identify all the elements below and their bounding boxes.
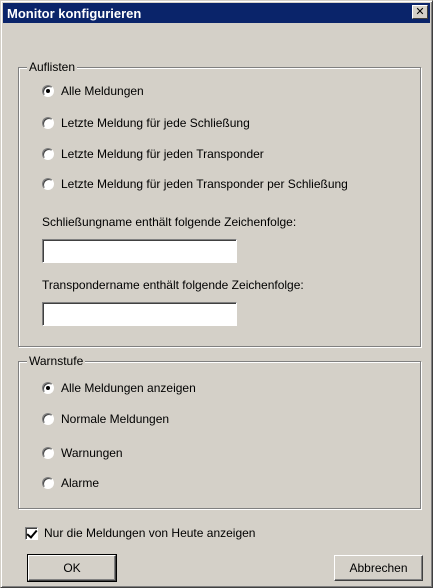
today-only-checkbox[interactable] [25,526,38,540]
today-only-checkbox-row[interactable]: Nur die Meldungen von Heute anzeigen [25,526,255,540]
radio-button[interactable] [42,148,54,160]
radio-button[interactable] [42,178,54,190]
radio-label: Letzte Meldung für jeden Transponder per… [61,177,348,191]
radio-label: Alarme [61,476,100,490]
radio-letzte-transponder[interactable]: Letzte Meldung für jeden Transponder [42,146,264,162]
radio-alarme[interactable]: Alarme [42,475,99,491]
auflisten-legend: Auflisten [27,60,78,74]
radio-alle-meldungen[interactable]: Alle Meldungen [42,83,144,99]
radio-label: Letzte Meldung für jede Schließung [61,116,250,130]
radio-normale-meldungen[interactable]: Normale Meldungen [42,411,169,427]
close-button[interactable]: ✕ [412,5,428,19]
radio-label: Warnungen [61,446,123,460]
transpondername-label: Transpondername enthält folgende Zeichen… [42,278,304,292]
title-bar[interactable]: Monitor konfigurieren ✕ [3,3,430,23]
radio-alle-meldungen-anzeigen[interactable]: Alle Meldungen anzeigen [42,380,196,396]
radio-label: Letzte Meldung für jeden Transponder [61,147,264,161]
radio-button[interactable] [42,477,54,489]
dialog-window: Monitor konfigurieren ✕ Auflisten Alle M… [0,0,433,588]
schliessungname-input-box[interactable] [42,239,237,263]
radio-label: Alle Meldungen anzeigen [61,381,196,395]
window-title: Monitor konfigurieren [7,6,142,21]
warnstufe-legend: Warnstufe [27,354,86,368]
close-icon: ✕ [415,5,425,18]
ok-button[interactable]: OK [27,554,117,582]
radio-button[interactable] [42,447,54,459]
cancel-button[interactable]: Abbrechen [334,555,423,581]
radio-button[interactable] [42,413,54,425]
radio-letzte-schliessung[interactable]: Letzte Meldung für jede Schließung [42,115,250,131]
schliessungname-label: Schließungname enthält folgende Zeichenf… [42,215,297,229]
radio-label: Alle Meldungen [61,84,144,98]
radio-warnungen[interactable]: Warnungen [42,445,123,461]
radio-label: Normale Meldungen [61,412,170,426]
radio-button[interactable] [42,382,54,394]
transpondername-input-box[interactable] [42,302,237,326]
schliessungname-input[interactable] [43,240,236,262]
radio-button[interactable] [42,117,54,129]
radio-letzte-transponder-schliessung[interactable]: Letzte Meldung für jeden Transponder per… [42,176,348,192]
transpondername-input[interactable] [43,303,236,325]
today-only-label: Nur die Meldungen von Heute anzeigen [44,526,256,540]
radio-button[interactable] [42,85,54,97]
